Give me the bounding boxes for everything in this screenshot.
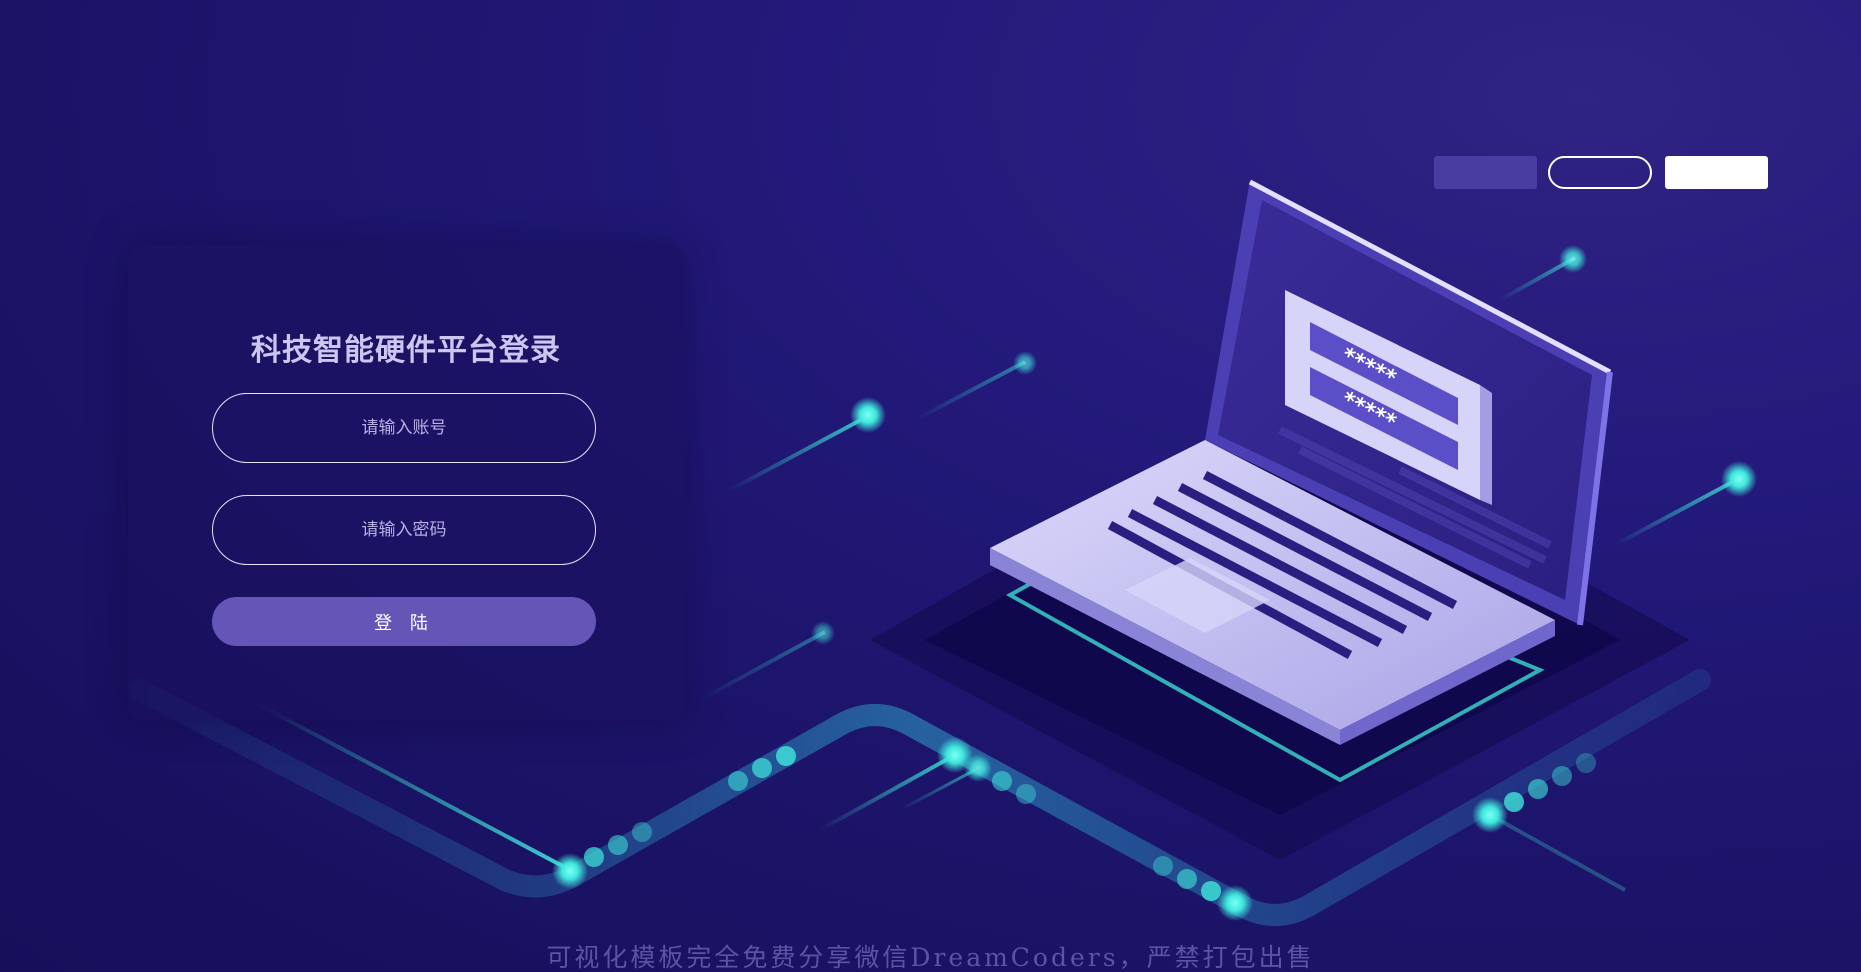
login-title: 科技智能硬件平台登录	[251, 333, 561, 368]
login-button[interactable]: 登 陆	[212, 597, 596, 646]
top-nav-button-2[interactable]	[1548, 156, 1652, 189]
top-nav-button-3[interactable]	[1665, 156, 1768, 189]
login-page: ***** ***** 科技智能硬件平台登录 登 陆 可视化模板完全免费分享微信…	[0, 0, 1861, 972]
password-input[interactable]	[212, 495, 596, 565]
top-nav-button-1[interactable]	[1434, 156, 1537, 189]
footer-text: 可视化模板完全免费分享微信DreamCoders，严禁打包出售	[546, 943, 1315, 972]
login-card: 科技智能硬件平台登录 登 陆	[128, 245, 684, 720]
account-input[interactable]	[212, 393, 596, 463]
